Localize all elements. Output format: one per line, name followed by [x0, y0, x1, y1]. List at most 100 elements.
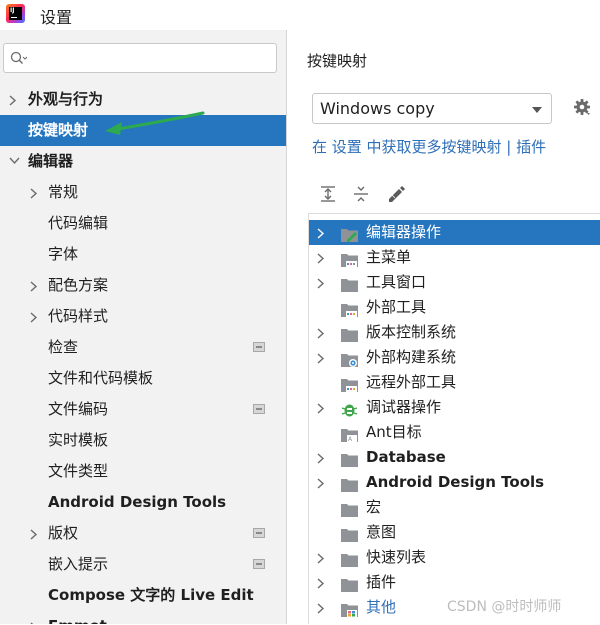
- sidebar-item-label: 文件类型: [48, 462, 109, 480]
- sidebar-item[interactable]: 编辑器: [0, 146, 286, 177]
- sidebar-item[interactable]: 字体: [0, 239, 286, 270]
- sidebar-item[interactable]: 版权: [0, 518, 286, 549]
- keymap-tree-row[interactable]: 外部工具: [309, 295, 600, 320]
- sidebar-item[interactable]: 常规: [0, 177, 286, 208]
- sidebar-item[interactable]: 代码编辑: [0, 208, 286, 239]
- chevron-right-icon[interactable]: [30, 611, 42, 624]
- folder-other-icon: [341, 600, 358, 617]
- keymap-tree-label: 插件: [366, 573, 397, 591]
- sidebar-item-label: 代码编辑: [48, 214, 109, 232]
- folder-icon: [341, 325, 358, 342]
- keymap-tree-row[interactable]: 主菜单: [309, 245, 600, 270]
- chevron-right-icon[interactable]: [317, 220, 327, 245]
- folder-icon: [341, 275, 358, 292]
- sidebar-item-label: 文件编码: [48, 400, 109, 418]
- sidebar-item[interactable]: 嵌入提示: [0, 549, 286, 580]
- keymap-tree-row[interactable]: 快速列表: [309, 545, 600, 570]
- sidebar-item[interactable]: 代码样式: [0, 301, 286, 332]
- get-more-keymaps-link[interactable]: 在 设置 中获取更多按键映射 | 插件: [312, 136, 546, 157]
- keymap-tree-row[interactable]: 工具窗口: [309, 270, 600, 295]
- folder-icon: [341, 575, 358, 592]
- chevron-right-icon[interactable]: [317, 270, 327, 295]
- keymap-tree-label: 快速列表: [366, 548, 427, 566]
- keymap-action-tree[interactable]: 编辑器操作 主菜单 工具窗口 外部工具 版本控制系统 外部构建系统 远程外部工具 调试器操作 A…: [308, 213, 600, 624]
- keymap-tree-row[interactable]: 远程外部工具: [309, 370, 600, 395]
- search-icon: [10, 51, 27, 64]
- chevron-right-icon[interactable]: [317, 245, 327, 270]
- chevron-right-icon[interactable]: [317, 595, 327, 620]
- folder-icon: [341, 450, 358, 467]
- chevron-right-icon[interactable]: [317, 320, 327, 345]
- keymap-tree-row[interactable]: A Ant目标: [309, 420, 600, 445]
- sidebar-item-label: 外观与行为: [28, 90, 104, 108]
- chevron-right-icon[interactable]: [317, 570, 327, 595]
- gear-icon[interactable]: [573, 98, 593, 118]
- search-input[interactable]: [3, 43, 277, 73]
- sidebar-item[interactable]: Emmet: [0, 611, 286, 624]
- keymap-tree-label: Android Design Tools: [366, 473, 545, 491]
- editor-actions-icon: [341, 225, 358, 242]
- watermark: CSDN @时时师师: [447, 599, 562, 615]
- sidebar-item[interactable]: 检查: [0, 332, 286, 363]
- keymap-tree-label: Database: [366, 448, 446, 466]
- keymap-tree-row[interactable]: 宏: [309, 495, 600, 520]
- folder-ant-icon: A: [341, 425, 358, 443]
- sidebar-item-label: Compose 文字的 Live Edit: [48, 586, 254, 604]
- chevron-right-icon[interactable]: [30, 177, 42, 208]
- edit-pencil-icon[interactable]: [386, 185, 406, 203]
- keymap-title: 按键映射: [307, 52, 368, 70]
- keymap-tree-row[interactable]: 调试器操作: [309, 395, 600, 420]
- chevron-right-icon[interactable]: [30, 301, 42, 332]
- keymap-tree-row[interactable]: 意图: [309, 520, 600, 545]
- project-settings-icon: [253, 342, 265, 352]
- project-settings-icon: [253, 559, 265, 569]
- keymap-panel: 按键映射 Windows copy 在 设置 中获取更多按键映射 | 插件 编辑…: [288, 30, 600, 624]
- keymap-tree-label: 远程外部工具: [366, 373, 457, 391]
- project-settings-icon: [253, 528, 265, 538]
- chevron-down-icon[interactable]: [9, 146, 21, 177]
- sidebar-item-label: 配色方案: [48, 276, 109, 294]
- keymap-select[interactable]: Windows copy: [312, 93, 552, 124]
- sidebar-item-label: Emmet: [48, 611, 107, 624]
- keymap-tree-label: 工具窗口: [366, 273, 427, 291]
- sidebar-item-label: 常规: [48, 183, 79, 201]
- keymap-tree-row[interactable]: 外部构建系统: [309, 345, 600, 370]
- sidebar-item[interactable]: 文件类型: [0, 456, 286, 487]
- folder-icon: [341, 525, 358, 542]
- keymap-tree-label: 意图: [366, 523, 397, 541]
- sidebar-item[interactable]: 实时模板: [0, 425, 286, 456]
- keymap-tree-row[interactable]: 版本控制系统: [309, 320, 600, 345]
- sidebar-item[interactable]: 文件编码: [0, 394, 286, 425]
- sidebar-item[interactable]: 文件和代码模板: [0, 363, 286, 394]
- keymap-tree-label: 版本控制系统: [366, 323, 457, 341]
- chevron-right-icon[interactable]: [317, 545, 327, 570]
- keymap-tree-row[interactable]: Android Design Tools: [309, 470, 600, 495]
- expand-all-icon[interactable]: [319, 185, 337, 203]
- chevron-right-icon[interactable]: [30, 518, 42, 549]
- keymap-select-value: Windows copy: [320, 99, 435, 118]
- sidebar-item-label: 文件和代码模板: [48, 369, 154, 387]
- sidebar-item-label: 编辑器: [28, 152, 74, 170]
- chevron-right-icon[interactable]: [317, 395, 327, 420]
- folder-icon: [341, 500, 358, 517]
- sidebar-item[interactable]: Compose 文字的 Live Edit: [0, 580, 286, 611]
- chevron-right-icon[interactable]: [9, 84, 21, 115]
- keymap-tree-row[interactable]: 编辑器操作: [309, 220, 600, 245]
- sidebar-item-label: 按键映射: [28, 121, 89, 139]
- logo-text: IJ: [10, 7, 15, 14]
- chevron-right-icon[interactable]: [317, 345, 327, 370]
- sidebar-item[interactable]: 配色方案: [0, 270, 286, 301]
- keymap-tree-label: Ant目标: [366, 423, 422, 441]
- chevron-right-icon[interactable]: [317, 470, 327, 495]
- title-bar: IJ 设置: [0, 0, 600, 30]
- chevron-right-icon[interactable]: [317, 445, 327, 470]
- keymap-tree-row[interactable]: Database: [309, 445, 600, 470]
- folder-gear-icon: [341, 350, 358, 367]
- bug-icon: [341, 400, 358, 417]
- sidebar-item-label: 字体: [48, 245, 79, 263]
- keymap-tree-row[interactable]: 插件: [309, 570, 600, 595]
- collapse-all-icon[interactable]: [352, 185, 370, 203]
- annotation-arrow: [105, 111, 205, 135]
- chevron-right-icon[interactable]: [30, 270, 42, 301]
- sidebar-item[interactable]: Android Design Tools: [0, 487, 286, 518]
